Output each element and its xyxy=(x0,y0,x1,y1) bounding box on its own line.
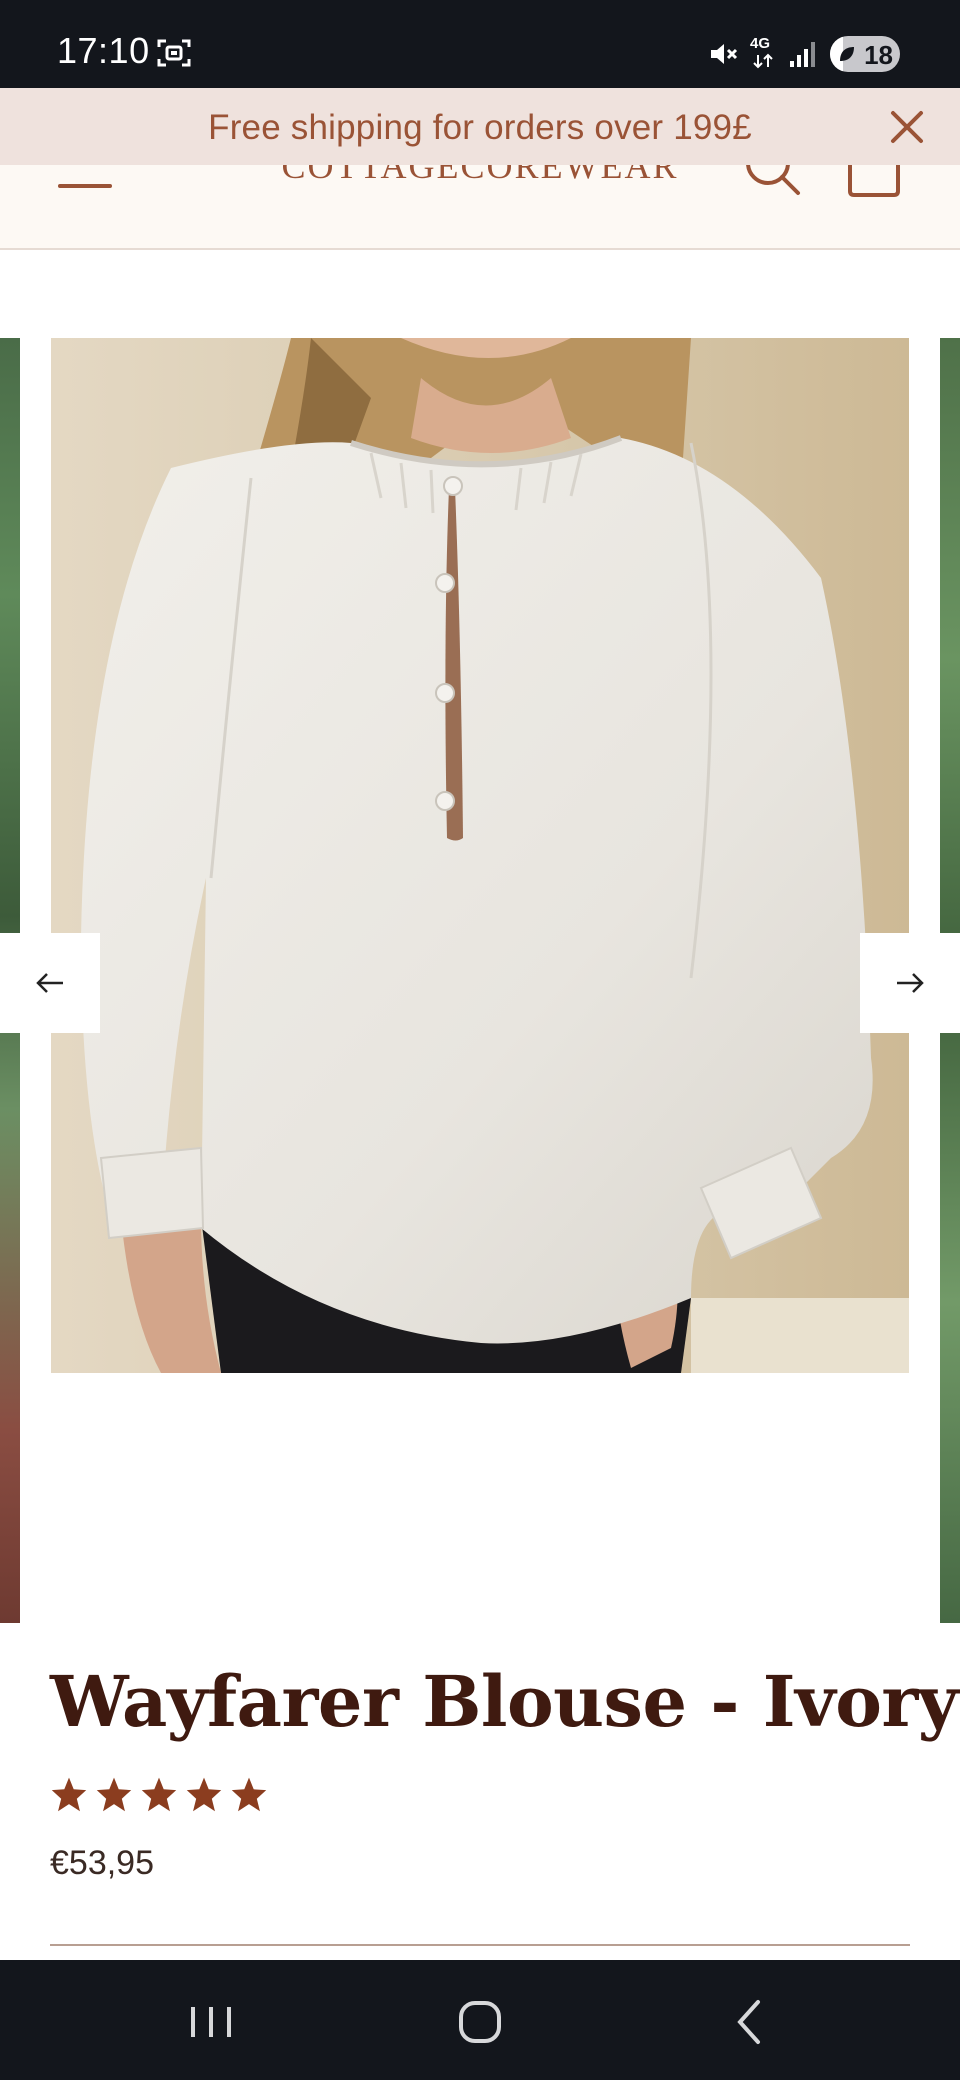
product-price: €53,95 xyxy=(50,1844,154,1882)
recent-apps-icon[interactable] xyxy=(181,1992,241,2052)
battery-level: 18 xyxy=(864,40,893,70)
home-icon[interactable] xyxy=(450,1992,510,2052)
network-4g-icon: 4G xyxy=(750,35,776,71)
status-time: 17:10 xyxy=(57,30,150,71)
signal-icon xyxy=(790,42,815,67)
product-title: Wayfarer Blouse - Ivory xyxy=(50,1660,958,1743)
status-indicators: 4G 18 xyxy=(708,34,900,74)
divider xyxy=(50,1944,910,1946)
battery-saver-icon xyxy=(840,47,854,61)
star-rating[interactable] xyxy=(50,1776,268,1812)
battery-indicator: 18 xyxy=(830,36,900,72)
back-icon[interactable] xyxy=(720,1992,780,2052)
network-type: 4G xyxy=(750,35,771,52)
blouse-photo xyxy=(51,338,909,1373)
announcement-bar: Free shipping for orders over 199£ xyxy=(0,88,960,165)
carousel-next-button[interactable] xyxy=(860,933,960,1033)
product-image[interactable] xyxy=(51,338,909,1373)
star-icon xyxy=(96,1777,132,1812)
search-icon[interactable] xyxy=(744,165,804,199)
cart-icon[interactable] xyxy=(846,165,902,201)
arrow-left-icon xyxy=(36,973,63,993)
system-navigation-bar xyxy=(0,1960,960,2080)
screen-recorder-icon xyxy=(157,39,191,67)
status-bar: 17:10 4G 18 xyxy=(0,0,960,88)
announcement-text: Free shipping for orders over 199£ xyxy=(208,108,752,147)
close-icon[interactable] xyxy=(888,108,926,146)
star-icon xyxy=(51,1777,87,1812)
star-icon xyxy=(141,1777,177,1812)
site-logo[interactable]: COTTAGECOREWEAR xyxy=(0,165,960,187)
mute-icon xyxy=(711,44,738,64)
product-image-carousel[interactable] xyxy=(0,338,960,1623)
star-icon xyxy=(231,1777,267,1812)
star-icon xyxy=(186,1777,222,1812)
site-header: COTTAGECOREWEAR xyxy=(0,165,960,250)
carousel-prev-button[interactable] xyxy=(0,933,100,1033)
arrow-right-icon xyxy=(897,973,924,993)
